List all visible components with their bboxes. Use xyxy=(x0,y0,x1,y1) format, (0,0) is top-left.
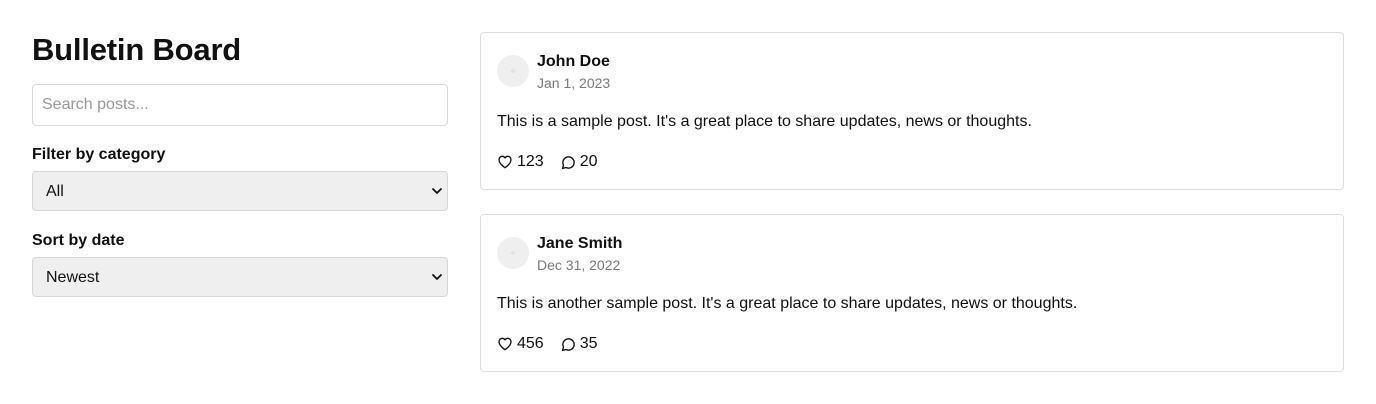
post-content: This is a sample post. It's a great plac… xyxy=(497,113,1032,130)
page-title: Bulletin Board xyxy=(32,32,242,67)
chevron-down-icon xyxy=(432,188,442,194)
post-date: Dec 31, 2022 xyxy=(537,257,621,273)
like-button[interactable]: 123 xyxy=(497,152,544,172)
heart-icon xyxy=(498,155,512,169)
post-stats: 123 20 xyxy=(497,152,615,172)
post-author[interactable]: Jane Smith xyxy=(537,234,622,254)
like-count: 456 xyxy=(517,335,544,352)
sidebar: Bulletin Board Filter by category All So… xyxy=(32,30,448,297)
post-author[interactable]: John Doe xyxy=(537,52,610,72)
sort-select[interactable]: Newest xyxy=(32,257,448,297)
like-count: 123 xyxy=(517,153,544,170)
search-input[interactable] xyxy=(32,84,448,126)
post-stats: 456 35 xyxy=(497,334,615,354)
chevron-down-icon xyxy=(432,274,442,280)
category-select[interactable]: All xyxy=(32,171,448,211)
comment-button[interactable]: 35 xyxy=(561,334,598,354)
post-card: John Doe Jan 1, 2023 This is a sample po… xyxy=(480,32,1344,190)
comment-icon xyxy=(561,337,575,351)
sort-select-value: Newest xyxy=(46,269,100,286)
heart-icon xyxy=(498,337,512,351)
post-card: Jane Smith Dec 31, 2022 This is another … xyxy=(480,214,1344,372)
post-date: Jan 1, 2023 xyxy=(537,75,611,91)
comment-icon xyxy=(561,155,575,169)
avatar[interactable] xyxy=(497,55,529,87)
bulletin-board-page: Bulletin Board Filter by category All So… xyxy=(0,0,1376,404)
avatar[interactable] xyxy=(497,237,529,269)
comment-count: 20 xyxy=(579,153,598,170)
like-button[interactable]: 456 xyxy=(497,334,544,354)
post-content: This is another sample post. It's a grea… xyxy=(497,295,1078,312)
sort-label: Sort by date xyxy=(32,232,125,249)
category-filter-label: Filter by category xyxy=(32,146,166,163)
comment-count: 35 xyxy=(579,335,598,352)
comment-button[interactable]: 20 xyxy=(561,152,598,172)
category-select-value: All xyxy=(46,183,64,200)
